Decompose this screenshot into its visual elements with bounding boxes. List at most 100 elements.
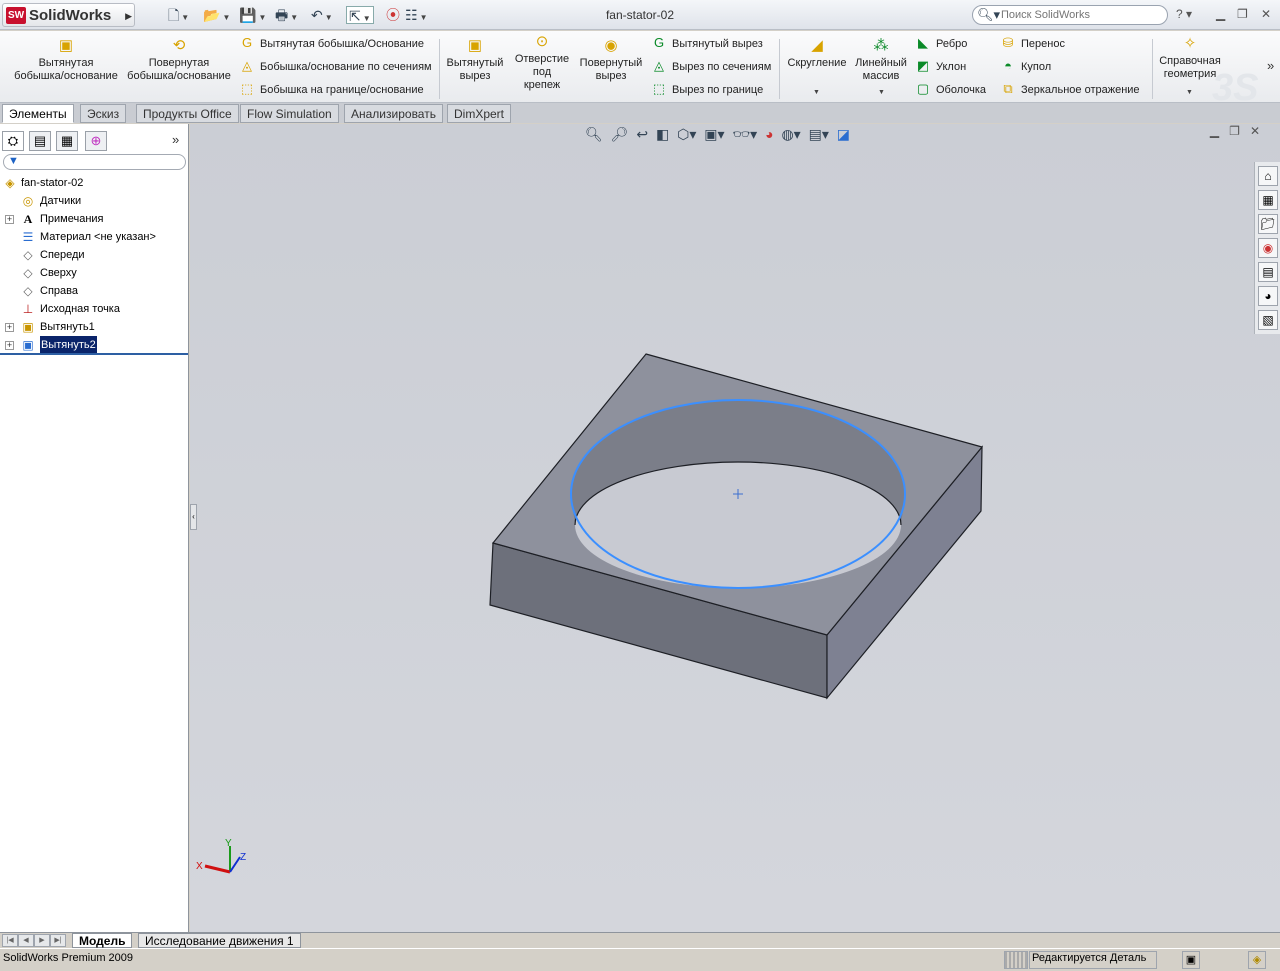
tab-office-products[interactable]: Продукты Office <box>136 104 239 123</box>
rebuild-status-icon[interactable]: ▣ <box>1182 951 1200 969</box>
next-tab-icon[interactable]: ▶ <box>34 934 50 947</box>
expand-icon[interactable]: + <box>5 323 14 332</box>
tab-motion-study[interactable]: Исследование движения 1 <box>138 933 301 948</box>
tag-icon[interactable]: ◈ <box>1248 951 1266 969</box>
rollback-bar[interactable] <box>0 353 188 355</box>
print-button[interactable]: 🖶 ▼ <box>275 6 298 24</box>
task-pane-tabs: ⌂ ▦ 📁︎ ◉ ▤ ◕ ▧ <box>1254 162 1280 334</box>
search-box[interactable]: 🔍︎▾ <box>972 5 1168 25</box>
solidworks-menu-button[interactable]: SW SolidWorks ▶ <box>2 3 135 27</box>
traffic-light-icon: ⦿ <box>386 7 400 23</box>
wrap-button[interactable]: ⛁ Перенос <box>999 34 1065 52</box>
save-button[interactable]: 💾 ▼ <box>239 6 266 24</box>
rebuild-button[interactable]: ⦿ <box>386 6 400 24</box>
fillet-dropdown-icon[interactable]: ▼ <box>813 89 820 96</box>
tree-item-label: Вытянуть1 <box>40 321 95 333</box>
revolved-cut-button[interactable]: ◉ Повернутый вырез <box>577 37 645 83</box>
close-button[interactable]: ✕ <box>1261 7 1271 21</box>
file-explorer-icon[interactable]: 📁︎ <box>1258 214 1278 234</box>
open-button[interactable]: 📂 ▼ <box>203 6 230 24</box>
hole-wizard-button[interactable]: ⊙ Отверстие под крепеж <box>511 33 573 92</box>
restore-button[interactable]: ❐ <box>1237 7 1248 21</box>
last-tab-icon[interactable]: ▶| <box>50 934 66 947</box>
rib-button[interactable]: ◣ Ребро <box>914 34 967 52</box>
ref-geometry-dropdown-icon[interactable]: ▼ <box>1186 89 1193 96</box>
extruded-boss-label: Вытянутая бобышка/основание <box>14 57 118 82</box>
undo-button[interactable]: ↶ ▼ <box>311 6 333 24</box>
extruded-boss-button[interactable]: ▣ Вытянутая бобышка/основание <box>14 37 118 83</box>
search-input[interactable] <box>1001 8 1161 22</box>
expand-icon[interactable]: + <box>5 215 14 224</box>
help-icon[interactable]: ? ▾ <box>1176 7 1192 21</box>
tab-model[interactable]: Модель <box>72 933 133 948</box>
view-palette-icon[interactable]: ▤ <box>1258 262 1278 282</box>
lofted-boss-label: Бобышка/основание по сечениям <box>260 61 432 73</box>
pointer-icon: ⇱ <box>349 8 361 24</box>
boundary-cut-button[interactable]: ⬚ Вырез по границе <box>650 80 763 98</box>
zoom-to-fit-icon[interactable]: 🔍︎ <box>585 126 603 142</box>
section-view-icon[interactable]: ◧ <box>656 126 669 142</box>
view-orientation-icon[interactable]: ⬡▾ <box>677 126 696 142</box>
expand-icon[interactable]: + <box>5 341 14 350</box>
select-button[interactable]: ⇱ ▼ <box>346 6 374 24</box>
dimxpert-manager-tab-icon[interactable]: ⊕ <box>85 131 107 151</box>
swept-cut-button[interactable]: G Вытянутый вырез <box>650 34 763 52</box>
lofted-boss-button[interactable]: ◬ Бобышка/основание по сечениям <box>238 57 432 75</box>
options-icon: ☷ <box>405 7 418 23</box>
tree-item-label: Примечания <box>40 213 104 225</box>
feature-tree-tab-icon[interactable]: ⛭ <box>2 131 24 151</box>
boundary-boss-label: Бобышка на границе/основание <box>260 84 424 96</box>
solidworks-resources-icon[interactable]: ⌂ <box>1258 166 1278 186</box>
coordinate-triad: Y X Z <box>196 838 246 874</box>
prev-tab-icon[interactable]: ◀ <box>18 934 34 947</box>
boundary-boss-button[interactable]: ⬚ Бобышка на границе/основание <box>238 80 424 98</box>
tab-dimxpert[interactable]: DimXpert <box>447 104 512 123</box>
zoom-to-area-icon[interactable]: 🔎︎ <box>611 126 629 142</box>
property-manager-tab-icon[interactable]: ▤ <box>29 131 51 151</box>
configuration-manager-tab-icon[interactable]: ▦ <box>56 131 78 151</box>
dome-button[interactable]: ◓ Купол <box>999 57 1051 75</box>
design-library-icon[interactable]: ▦ <box>1258 190 1278 210</box>
mirror-button[interactable]: ⧉ Зеркальное отражение <box>999 80 1139 98</box>
previous-view-icon[interactable]: ↩ <box>636 126 648 142</box>
reference-geometry-button[interactable]: ✧ Справочная геометрия <box>1156 35 1224 81</box>
pattern-dropdown-icon[interactable]: ▼ <box>878 89 885 96</box>
display-style-icon[interactable]: ▣▾ <box>704 126 724 142</box>
new-document-button[interactable]: 🗋 ▼ <box>168 6 189 24</box>
wrap-icon: ⛁ <box>1002 35 1014 50</box>
tab-evaluate[interactable]: Анализировать <box>344 104 443 123</box>
revolved-boss-label: Повернутая бобышка/основание <box>127 57 231 82</box>
custom-properties-icon[interactable]: ▧ <box>1258 310 1278 330</box>
lofted-cut-button[interactable]: ◬ Вырез по сечениям <box>650 57 771 75</box>
draft-button[interactable]: ◩ Уклон <box>914 57 966 75</box>
tab-sketch[interactable]: Эскиз <box>80 104 127 123</box>
fillet-button[interactable]: ◢ Скругление <box>784 37 850 70</box>
search-results-icon[interactable]: ◉ <box>1258 238 1278 258</box>
viewport-restore-button[interactable]: ❐ <box>1229 124 1240 138</box>
viewport-close-button[interactable]: ✕ <box>1250 124 1260 138</box>
hide-show-items-icon[interactable]: 👓︎▾ <box>732 126 757 142</box>
view-settings-icon[interactable]: ▤▾ <box>809 126 829 142</box>
3d-view-icon[interactable]: ◪ <box>837 126 850 142</box>
swept-boss-button[interactable]: G Вытянутая бобышка/Основание <box>238 34 424 52</box>
graphics-area[interactable]: Y X Z 🔍︎ 🔎︎ ↩ ◧ ⬡▾ ▣▾ 👓︎▾ ◕ ◍▾ ▤▾ ◪ ▁ ❐ … <box>190 124 1280 932</box>
tab-flow-simulation[interactable]: Flow Simulation <box>240 104 339 123</box>
first-tab-icon[interactable]: |◀ <box>2 934 18 947</box>
appearances-icon[interactable]: ◕ <box>1258 286 1278 306</box>
lofted-cut-icon: ◬ <box>654 58 664 73</box>
tree-filter[interactable]: ▼ <box>3 154 186 170</box>
extruded-cut-button[interactable]: ▣ Вытянутый вырез <box>444 37 506 83</box>
shell-button[interactable]: ▢ Оболочка <box>914 80 986 98</box>
model-view[interactable]: Y X Z <box>190 124 1280 932</box>
minimize-button[interactable]: ▁ <box>1216 7 1225 21</box>
viewport-minimize-button[interactable]: ▁ <box>1210 124 1219 138</box>
apply-scene-icon[interactable]: ◍▾ <box>781 126 800 142</box>
linear-pattern-button[interactable]: ⁂ Линейный массив <box>852 37 910 83</box>
revolved-boss-button[interactable]: ⟲ Повернутая бобышка/основание <box>127 37 231 83</box>
edit-appearance-icon[interactable]: ◕ <box>765 126 773 142</box>
options-button[interactable]: ☷ ▼ <box>405 6 427 24</box>
chevron-right-icon[interactable]: » <box>1267 58 1274 73</box>
expand-panel-icon[interactable]: » <box>172 132 179 147</box>
panel-collapse-handle-icon[interactable]: ‹ <box>190 504 197 530</box>
tab-features[interactable]: Элементы <box>2 104 74 123</box>
